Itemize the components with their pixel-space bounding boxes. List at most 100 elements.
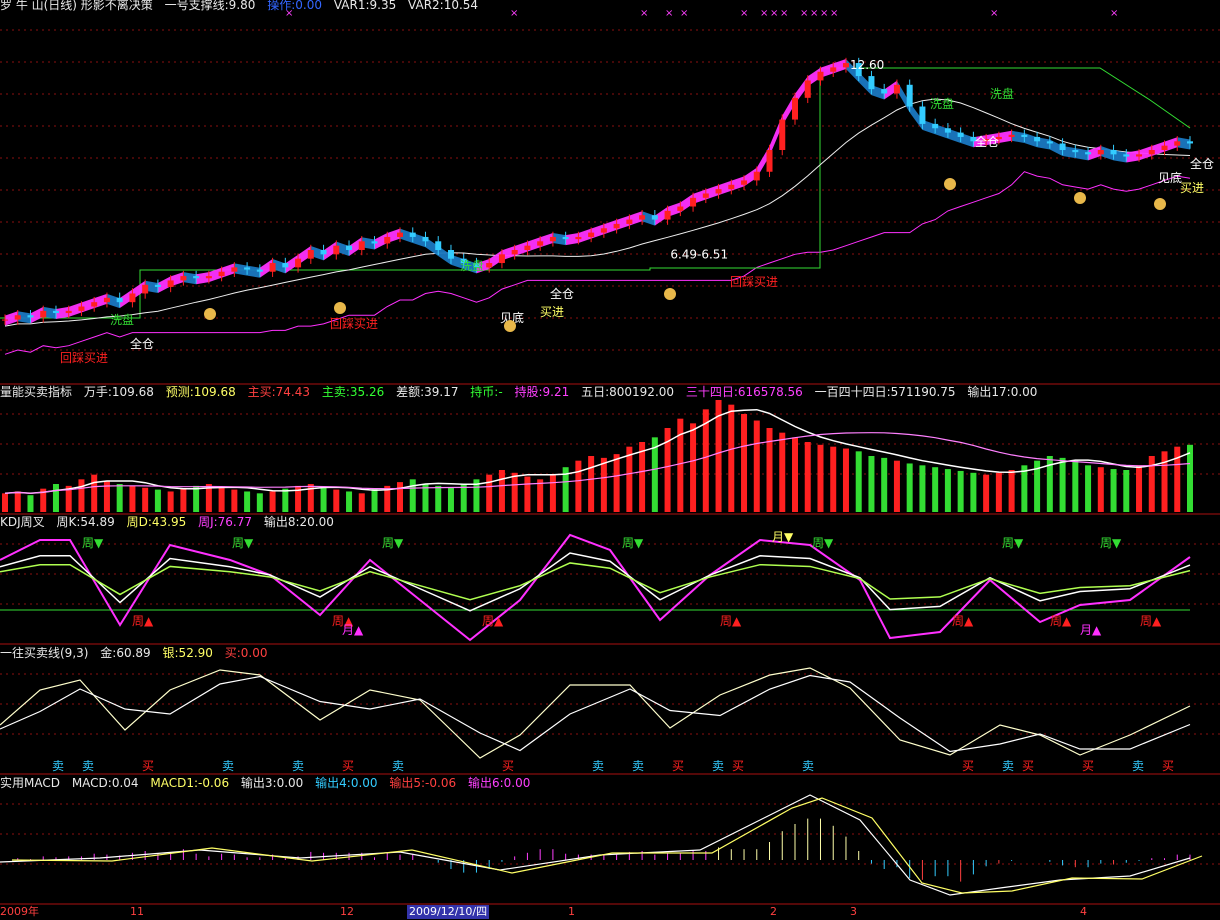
price-panel[interactable]: 12.606.49-6.51洗盘洗盘洗盘洗盘全仓全仓全仓全仓见底见底买进买进回踩… bbox=[0, 57, 1214, 365]
volume-bar bbox=[792, 437, 798, 512]
candle-body bbox=[766, 150, 773, 172]
candle-body bbox=[817, 71, 824, 81]
volume-bar bbox=[575, 460, 582, 512]
washout-label: 洗盘 bbox=[110, 312, 134, 327]
volume-bar bbox=[613, 454, 620, 512]
volume-bar bbox=[14, 491, 21, 512]
main-sell-value: 主卖:35.26 bbox=[321, 385, 385, 399]
top-marker: × bbox=[800, 8, 808, 19]
volume-bar bbox=[358, 493, 365, 512]
buysell-line-panel[interactable]: 卖卖卖卖卖卖卖卖卖卖卖买买买买买买买买买 bbox=[0, 667, 1191, 773]
macd-panel[interactable] bbox=[0, 794, 1203, 896]
washout-label: 洗盘 bbox=[990, 86, 1014, 101]
candle-body bbox=[881, 89, 888, 94]
macd-dif-line bbox=[0, 794, 1191, 896]
top-marker: × bbox=[770, 8, 778, 19]
candle-body bbox=[779, 119, 786, 150]
volume-bar bbox=[588, 456, 595, 512]
main-buy-value: 主买:74.43 bbox=[247, 385, 310, 399]
volume-bar bbox=[830, 446, 837, 512]
candle-body bbox=[167, 280, 174, 287]
weekly-golden-cross-marker: 周▲ bbox=[1050, 614, 1072, 628]
output3-value: 输出3:0.00 bbox=[240, 776, 304, 790]
buy-signal-label: 买 bbox=[732, 759, 744, 773]
top-marker: × bbox=[510, 8, 518, 19]
candle-body bbox=[154, 284, 161, 287]
candle-body bbox=[14, 315, 21, 320]
candle-body bbox=[702, 193, 709, 198]
candle-body bbox=[600, 228, 607, 233]
x-axis-tick-label: 2009年 bbox=[0, 905, 39, 918]
candle-body bbox=[65, 310, 72, 314]
candle-body bbox=[1136, 154, 1143, 157]
volume-bar bbox=[180, 488, 187, 512]
weekly-death-cross-marker: 周▼ bbox=[812, 536, 834, 550]
volume-bar bbox=[91, 474, 98, 512]
volume-bar bbox=[804, 442, 811, 512]
full-position-label: 全仓 bbox=[550, 286, 574, 301]
candle-body bbox=[804, 80, 811, 98]
kdj-panel[interactable]: 周▼ 周▼ 周▼ 周▼ 周▼ 周▼ 周▼周▲ 周▲ 周▲ 周▲ 周▲ 周▲ 周▲月▲ 月▲月▼ bbox=[0, 530, 1191, 642]
full-position-label: 全仓 bbox=[130, 336, 154, 351]
moneybag-icon bbox=[1154, 198, 1166, 210]
candle-body bbox=[906, 84, 913, 107]
candle-body bbox=[193, 276, 200, 279]
volume-bar bbox=[1085, 465, 1092, 512]
top-marker: × bbox=[990, 8, 998, 19]
candle-body bbox=[27, 315, 34, 318]
candle-body bbox=[1021, 134, 1028, 137]
silver-value: 银:52.90 bbox=[162, 646, 213, 660]
candle-body bbox=[562, 236, 569, 240]
candle-body bbox=[103, 297, 110, 303]
top-marker: × bbox=[760, 8, 768, 19]
volume-bar bbox=[1123, 470, 1130, 512]
volume-bar bbox=[371, 488, 378, 512]
candle-body bbox=[511, 250, 518, 255]
monthly-golden-cross-marker: 月▲ bbox=[342, 623, 364, 637]
candle-body bbox=[1148, 150, 1155, 155]
candle-body bbox=[358, 241, 365, 250]
top-marker: × bbox=[665, 8, 673, 19]
support-line-value: 一号支撑线:9.80 bbox=[164, 0, 256, 12]
volume-bar bbox=[957, 470, 964, 512]
buy-signal-label: 买 bbox=[142, 759, 154, 773]
candle-body bbox=[269, 263, 276, 272]
candle-body bbox=[256, 269, 263, 272]
volume-bar bbox=[52, 484, 59, 512]
buy-value: 买:0.00 bbox=[224, 646, 268, 660]
weekly-death-cross-marker: 周▼ bbox=[82, 536, 104, 550]
volume-bar bbox=[346, 491, 353, 512]
sell-signal-label: 卖 bbox=[82, 759, 94, 773]
support-step-line bbox=[4, 171, 1191, 355]
sell-signal-label: 卖 bbox=[1132, 759, 1144, 773]
moneybag-icon bbox=[204, 308, 216, 320]
volume-bar bbox=[600, 457, 607, 512]
volume-bar bbox=[983, 474, 990, 512]
candle-body bbox=[333, 245, 340, 255]
kdj-d-value: 周D:43.95 bbox=[126, 515, 187, 529]
candle-body bbox=[91, 302, 98, 307]
moneybag-icon bbox=[1074, 192, 1086, 204]
washout-label: 洗盘 bbox=[460, 258, 484, 273]
candle-body bbox=[435, 241, 442, 250]
candle-body bbox=[677, 206, 684, 211]
output5-value: 输出5:-0.06 bbox=[389, 776, 457, 790]
volume-bar bbox=[511, 472, 518, 512]
volume-bar bbox=[409, 479, 416, 512]
volume-bar bbox=[817, 444, 824, 512]
candle-body bbox=[651, 215, 658, 220]
volume-bar bbox=[116, 484, 123, 512]
forecast-value: 预测:109.68 bbox=[165, 385, 236, 399]
volume-panel[interactable] bbox=[2, 400, 1193, 512]
candle-body bbox=[664, 210, 671, 220]
candle-body bbox=[2, 319, 8, 321]
volume-bar bbox=[2, 493, 8, 512]
volume-indicator-name: 量能买卖指标 bbox=[0, 385, 73, 399]
chart-title: 罗 牛 山(日线) 形影不离决策 bbox=[0, 0, 153, 12]
var1-value: VAR1:9.35 bbox=[333, 0, 397, 12]
candle-body bbox=[180, 276, 187, 281]
candle-body bbox=[944, 128, 951, 133]
pullback-buy-label: 回踩买进 bbox=[60, 351, 108, 365]
candle-body bbox=[244, 267, 251, 270]
kdj-j-value: 周J:76.77 bbox=[198, 515, 252, 529]
